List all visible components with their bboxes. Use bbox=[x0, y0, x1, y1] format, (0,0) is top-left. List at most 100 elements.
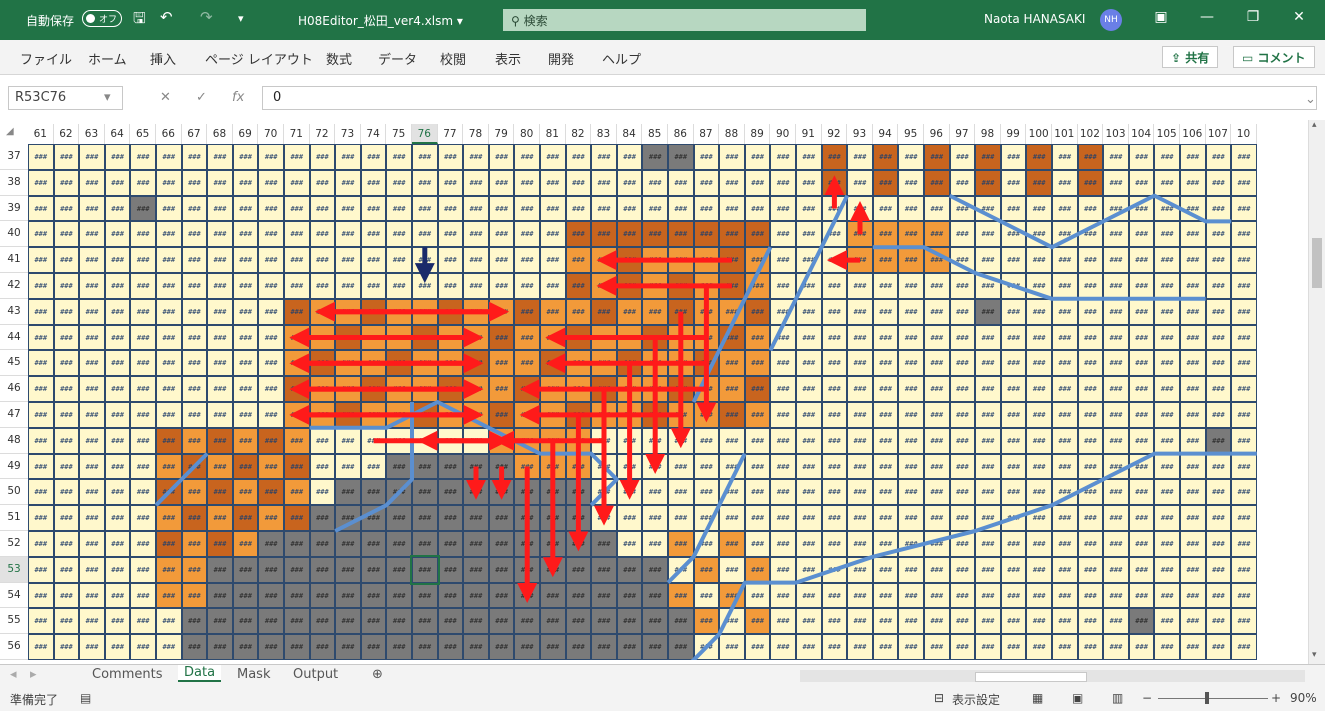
grid-cell[interactable]: ### bbox=[642, 273, 668, 299]
grid-cell[interactable]: ### bbox=[104, 402, 131, 428]
grid-cell[interactable]: ### bbox=[53, 531, 80, 557]
grid-cell[interactable]: ### bbox=[1231, 505, 1257, 531]
grid-cell[interactable]: ### bbox=[770, 634, 796, 660]
grid-cell[interactable]: ### bbox=[616, 634, 643, 660]
grid-cell[interactable]: ### bbox=[156, 453, 182, 480]
grid-cell[interactable]: ### bbox=[796, 608, 822, 635]
add-sheet-icon[interactable]: ⊕ bbox=[372, 667, 383, 682]
column-header[interactable]: 81 bbox=[540, 124, 566, 144]
grid-cell[interactable]: ### bbox=[412, 402, 438, 428]
grid-cell[interactable]: ### bbox=[1180, 556, 1206, 583]
grid-cell[interactable]: ### bbox=[924, 556, 950, 583]
grid-cell[interactable]: ### bbox=[207, 582, 233, 609]
grid-cell[interactable]: ### bbox=[616, 221, 643, 248]
grid-cell[interactable]: ### bbox=[591, 582, 617, 609]
grid-cell[interactable]: ### bbox=[488, 350, 515, 377]
grid-cell[interactable]: ### bbox=[821, 505, 848, 531]
grid-cell[interactable]: ### bbox=[770, 427, 796, 454]
grid-cell[interactable]: ### bbox=[437, 221, 464, 248]
grid-cell[interactable]: ### bbox=[872, 634, 899, 660]
column-header[interactable]: 100 bbox=[1026, 124, 1052, 144]
row-header[interactable]: 48 bbox=[0, 428, 28, 454]
grid-cell[interactable]: ### bbox=[463, 531, 489, 557]
grid-cell[interactable]: ### bbox=[104, 273, 131, 299]
grid-cell[interactable]: ### bbox=[1000, 582, 1027, 609]
grid-cell[interactable]: ### bbox=[1205, 582, 1232, 609]
grid-cell[interactable]: ### bbox=[744, 324, 771, 351]
grid-cell[interactable]: ### bbox=[1077, 221, 1104, 248]
grid-cell[interactable]: ### bbox=[1000, 324, 1027, 351]
grid-cell[interactable]: ### bbox=[1052, 556, 1078, 583]
grid-cell[interactable]: ### bbox=[949, 350, 976, 377]
grid-cell[interactable]: ### bbox=[1231, 273, 1257, 299]
grid-cell[interactable]: ### bbox=[898, 608, 924, 635]
grid-cell[interactable]: ### bbox=[488, 247, 515, 273]
grid-cell[interactable]: ### bbox=[53, 169, 80, 196]
grid-cell[interactable]: ### bbox=[412, 376, 438, 402]
row-header[interactable]: 40 bbox=[0, 221, 28, 248]
grid-cell[interactable]: ### bbox=[847, 505, 873, 531]
grid-cell[interactable]: ### bbox=[1180, 402, 1206, 428]
grid-cell[interactable]: ### bbox=[335, 144, 361, 170]
grid-cell[interactable]: ### bbox=[284, 453, 310, 480]
row-header[interactable]: 56 bbox=[0, 634, 28, 660]
grid-cell[interactable]: ### bbox=[284, 221, 310, 248]
grid-cell[interactable]: ### bbox=[898, 582, 924, 609]
grid-cell[interactable]: ### bbox=[232, 453, 259, 480]
grid-cell[interactable]: ### bbox=[181, 608, 208, 635]
grid-cell[interactable]: ### bbox=[437, 195, 464, 222]
tab-file[interactable]: ファイル bbox=[20, 49, 72, 68]
grid-cell[interactable]: ### bbox=[1000, 531, 1027, 557]
grid-cell[interactable]: ### bbox=[309, 376, 336, 402]
grid-cell[interactable]: ### bbox=[693, 402, 720, 428]
grid-cell[interactable]: ### bbox=[207, 556, 233, 583]
grid-cell[interactable]: ### bbox=[540, 247, 566, 273]
grid-cell[interactable]: ### bbox=[744, 273, 771, 299]
grid-cell[interactable]: ### bbox=[488, 221, 515, 248]
grid-cell[interactable]: ### bbox=[744, 221, 771, 248]
grid-cell[interactable]: ### bbox=[1154, 144, 1180, 170]
grid-cell[interactable]: ### bbox=[488, 556, 515, 583]
grid-cell[interactable]: ### bbox=[975, 169, 1001, 196]
grid-cell[interactable]: ### bbox=[130, 221, 156, 248]
grid-cell[interactable]: ### bbox=[79, 195, 105, 222]
grid-cell[interactable]: ### bbox=[1128, 634, 1155, 660]
grid-cell[interactable]: ### bbox=[1103, 531, 1129, 557]
grid-cell[interactable]: ### bbox=[770, 350, 796, 377]
grid-cell[interactable]: ### bbox=[130, 324, 156, 351]
grid-cell[interactable]: ### bbox=[1026, 427, 1052, 454]
grid-cell[interactable]: ### bbox=[1180, 582, 1206, 609]
grid-cell[interactable]: ### bbox=[591, 247, 617, 273]
column-header[interactable]: 87 bbox=[694, 124, 720, 144]
grid-cell[interactable]: ### bbox=[1128, 298, 1155, 325]
grid-cell[interactable]: ### bbox=[104, 479, 131, 506]
grid-cell[interactable]: ### bbox=[693, 273, 720, 299]
grid-cell[interactable]: ### bbox=[1103, 608, 1129, 635]
grid-cell[interactable]: ### bbox=[1154, 273, 1180, 299]
grid-cell[interactable]: ### bbox=[28, 298, 54, 325]
column-header[interactable]: 89 bbox=[745, 124, 771, 144]
grid-cell[interactable]: ### bbox=[668, 505, 694, 531]
grid-cell[interactable]: ### bbox=[156, 531, 182, 557]
grid-cell[interactable]: ### bbox=[1180, 634, 1206, 660]
grid-cell[interactable]: ### bbox=[1077, 195, 1104, 222]
grid-cell[interactable]: ### bbox=[1103, 479, 1129, 506]
grid-cell[interactable]: ### bbox=[181, 195, 208, 222]
grid-cell[interactable]: ### bbox=[872, 376, 899, 402]
grid-cell[interactable]: ### bbox=[258, 350, 284, 377]
grid-cell[interactable]: ### bbox=[335, 479, 361, 506]
grid-cell[interactable]: ### bbox=[668, 479, 694, 506]
grid-cell[interactable]: ### bbox=[898, 350, 924, 377]
grid-cell[interactable]: ### bbox=[232, 324, 259, 351]
column-header[interactable]: 65 bbox=[130, 124, 156, 144]
grid-cell[interactable]: ### bbox=[693, 453, 720, 480]
grid-cell[interactable]: ### bbox=[360, 324, 387, 351]
grid-cell[interactable]: ### bbox=[156, 144, 182, 170]
grid-cell[interactable]: ### bbox=[975, 531, 1001, 557]
grid-cell[interactable]: ### bbox=[796, 298, 822, 325]
grid-cell[interactable]: ### bbox=[949, 453, 976, 480]
grid-cell[interactable]: ### bbox=[104, 221, 131, 248]
sheet-tab-comments[interactable]: Comments bbox=[92, 667, 162, 682]
grid-cell[interactable]: ### bbox=[565, 350, 592, 377]
grid-cell[interactable]: ### bbox=[207, 479, 233, 506]
